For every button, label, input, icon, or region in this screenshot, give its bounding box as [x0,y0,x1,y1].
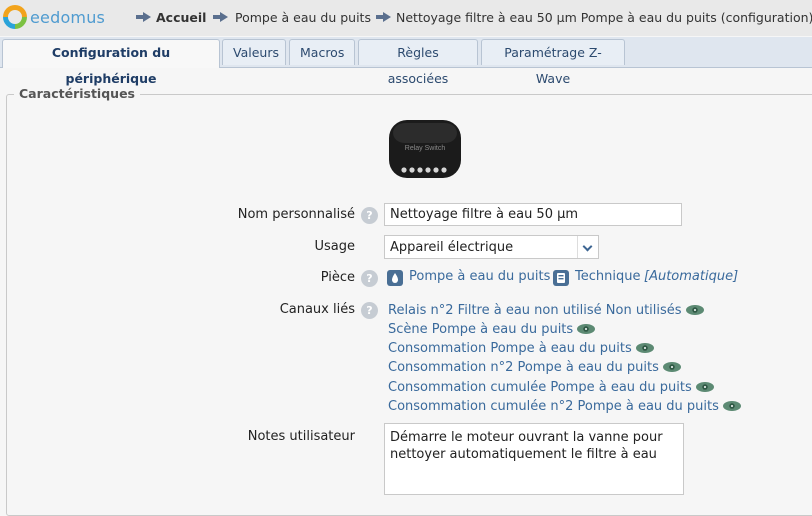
tab-bar: Configuration du périphérique Valeurs Ma… [0,37,812,86]
channel-link[interactable]: Relais n°2 Filtre à eau non utilisé Non … [388,303,704,318]
eye-icon[interactable] [695,382,714,392]
tab-configuration[interactable]: Configuration du périphérique [2,39,220,86]
breadcrumb-home[interactable]: Accueil [156,10,206,25]
category-icon [553,270,569,286]
eye-icon[interactable] [635,343,654,353]
eye-icon[interactable] [662,362,681,372]
channel-link[interactable]: Consommation n°2 Pompe à eau du puits [388,360,681,375]
notes-label: Notes utilisateur [247,429,355,444]
channel-link[interactable]: Consommation Pompe à eau du puits [388,341,654,356]
piece-label: Pièce [320,270,355,285]
breadcrumb-current: Nettoyage filtre à eau 50 µm Pompe à eau… [396,10,812,25]
channel-link[interactable]: Consommation cumulée Pompe à eau du puit… [388,380,714,395]
name-label: Nom personnalisé [237,207,355,222]
piece-link[interactable]: Pompe à eau du puits [409,269,550,284]
tab-valeurs[interactable]: Valeurs [222,39,286,65]
eedomus-logo-icon[interactable] [3,5,27,29]
device-label: Relay Switch [405,145,446,152]
name-input[interactable]: Nettoyage filtre à eau 50 µm [384,203,682,226]
top-bar: eedomus Accueil Pompe à eau du puits Net… [0,0,812,36]
breadcrumb-arrow-icon [136,12,151,22]
room-water-icon [387,270,403,286]
channels-label: Canaux liés [279,302,355,317]
fieldset-legend: Caractéristiques [14,86,140,101]
channel-link-text[interactable]: Consommation Pompe à eau du puits [388,341,632,356]
eye-icon[interactable] [722,401,741,411]
channel-link-text[interactable]: Consommation n°2 Pompe à eau du puits [388,360,659,375]
usage-label: Usage [314,239,355,254]
tab-macros[interactable]: Macros [289,39,355,65]
channel-link[interactable]: Scène Pompe à eau du puits [388,322,596,337]
notes-textarea[interactable]: Démarre le moteur ouvrant la vanne pour … [384,423,684,495]
channel-link[interactable]: Consommation cumulée n°2 Pompe à eau du … [388,399,741,414]
brand-name[interactable]: eedomus [30,8,105,27]
tab-regles[interactable]: Règles associées [358,39,478,86]
breadcrumb-arrow-icon [376,12,391,22]
breadcrumb-arrow-icon [213,12,228,22]
usage-selected-value: Appareil électrique [390,240,514,255]
tab-zwave[interactable]: Paramétrage Z-Wave [481,39,625,86]
breadcrumb-room[interactable]: Pompe à eau du puits [235,10,371,25]
channel-link-text[interactable]: Consommation cumulée n°2 Pompe à eau du … [388,399,719,414]
channel-link-text[interactable]: Relais n°2 Filtre à eau non utilisé Non … [388,303,682,318]
channel-link-text[interactable]: Scène Pompe à eau du puits [388,322,573,337]
category-link[interactable]: Technique [575,269,640,284]
help-icon[interactable]: ? [361,270,378,287]
eye-icon[interactable] [685,305,704,315]
channel-link-text[interactable]: Consommation cumulée Pompe à eau du puit… [388,380,692,395]
chevron-down-icon[interactable] [577,236,598,258]
automatic-link[interactable]: [Automatique] [644,269,738,284]
help-icon[interactable]: ? [361,207,378,224]
help-icon[interactable]: ? [361,302,378,319]
usage-select[interactable]: Appareil électrique [384,235,599,259]
eye-icon[interactable] [577,324,596,334]
device-image: Relay Switch [387,118,463,180]
